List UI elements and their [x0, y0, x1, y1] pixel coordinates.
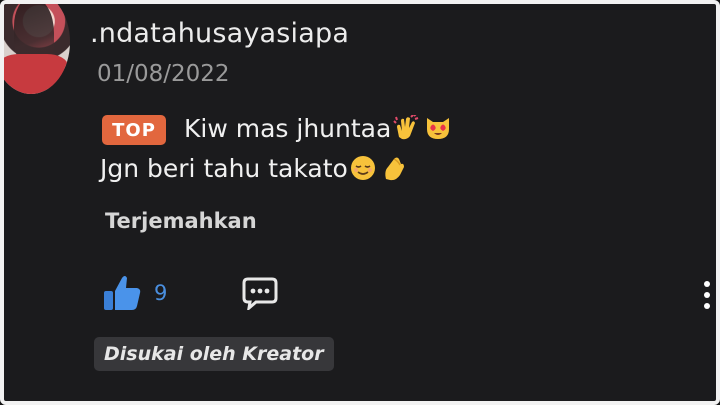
top-badge: TOP	[102, 115, 166, 145]
reply-button[interactable]	[242, 276, 278, 312]
liked-by-creator-badge: Disukai oleh Kreator	[94, 337, 334, 371]
avatar[interactable]	[4, 4, 70, 94]
comment-card: .ndatahusayasiapa 01/08/2022 TOP Kiw mas…	[0, 0, 720, 405]
avatar-shirt	[4, 54, 68, 94]
comment-text-line-2: Jgn beri tahu takato	[100, 154, 408, 183]
translate-link[interactable]: Terjemahkan	[105, 209, 257, 233]
speech-bubble-icon	[242, 277, 278, 312]
vertical-ellipsis-icon	[704, 281, 710, 309]
more-options-button[interactable]	[702, 280, 712, 314]
username[interactable]: .ndatahusayasiapa	[90, 18, 349, 49]
heart-eyes-cat-emoji-icon	[427, 118, 450, 139]
comment-date: 01/08/2022	[97, 61, 230, 87]
comment-line-2-text: Jgn beri tahu takato	[100, 154, 348, 183]
comment-text-line-1: Kiw mas jhuntaa	[184, 114, 451, 143]
pinched-hand-emoji-icon	[385, 157, 404, 181]
like-count: 9	[154, 281, 168, 305]
relieved-face-emoji-icon	[350, 156, 375, 180]
clapping-hands-emoji-icon	[393, 115, 419, 140]
like-button[interactable]: 9	[102, 274, 167, 312]
comment-line-1-text: Kiw mas jhuntaa	[184, 114, 392, 143]
thumbs-up-icon	[104, 276, 141, 310]
